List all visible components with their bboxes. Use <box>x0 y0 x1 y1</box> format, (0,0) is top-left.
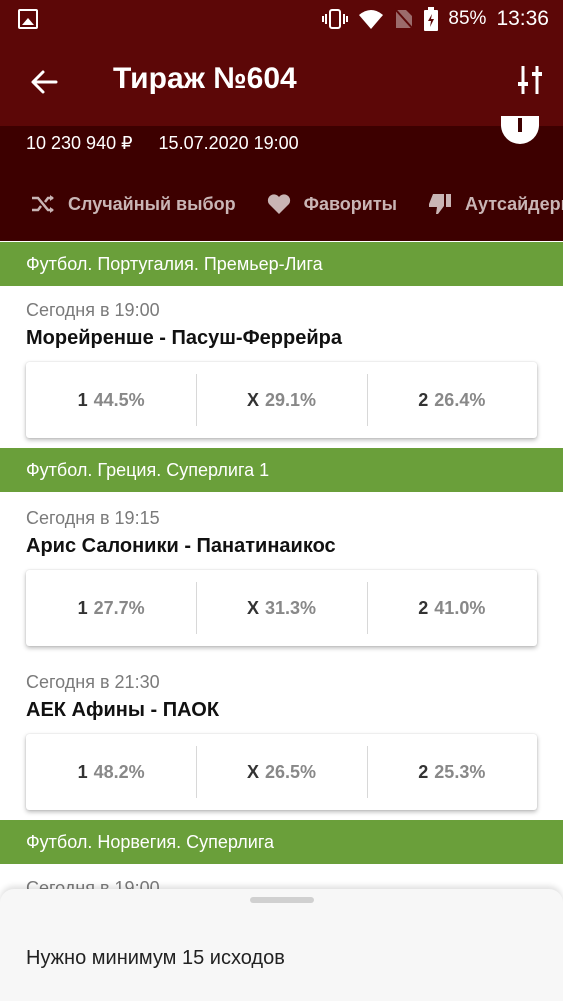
outcome-percent: 29.1% <box>264 389 317 410</box>
wifi-icon <box>359 10 384 29</box>
shuffle-icon <box>32 195 54 213</box>
heart-icon <box>267 194 290 214</box>
draw-info-bar: 10 230 940 ₽ 15.07.2020 19:00 Случайный … <box>0 116 563 241</box>
match-time: Сегодня в 21:30 <box>26 672 160 692</box>
drag-handle[interactable] <box>250 897 314 903</box>
status-bar: 85% 13:36 <box>0 0 563 38</box>
match-time: Сегодня в 19:00 <box>26 300 160 320</box>
vibrate-icon <box>322 9 349 29</box>
outcome-percent: 48.2% <box>93 761 145 782</box>
gallery-notification-icon <box>18 9 38 29</box>
filter-settings-icon[interactable] <box>517 64 545 96</box>
tab-random[interactable]: Случайный выбор <box>30 192 236 216</box>
odds-away-button[interactable]: 2 26.4% <box>366 362 537 438</box>
odds-home-button[interactable]: 1 48.2% <box>26 734 196 810</box>
outcome-label: X <box>246 389 259 410</box>
outcome-label: 2 <box>418 389 429 410</box>
league-header: Футбол. Греция. Суперлига 1 <box>0 448 563 492</box>
outcome-percent: 44.5% <box>93 389 145 410</box>
odds-row: 1 48.2% X 26.5% 2 25.3% <box>26 734 537 810</box>
odds-draw-button[interactable]: X 26.5% <box>196 734 366 810</box>
tab-random-label: Случайный выбор <box>68 193 236 214</box>
league-header: Футбол. Норвегия. Суперлига <box>0 820 563 864</box>
battery-percent: 85% <box>448 8 487 29</box>
outcome-label: 1 <box>77 389 88 410</box>
odds-home-button[interactable]: 1 44.5% <box>26 362 196 438</box>
league-header: Футбол. Португалия. Премьер-Лига <box>0 242 563 286</box>
thumb-down-icon <box>429 194 452 214</box>
draw-info: 10 230 940 ₽ 15.07.2020 19:00 <box>26 133 299 154</box>
quick-pick-tabs: Случайный выбор Фавориты Аутсайдеры <box>0 182 563 226</box>
minimum-outcomes-message: Нужно минимум 15 исходов <box>26 947 285 969</box>
match-name: Арис Салоники - Панатинаикос <box>26 535 336 557</box>
match-name: Морейренше - Пасуш-Феррейра <box>26 327 342 349</box>
odds-row: 1 44.5% X 29.1% 2 26.4% <box>26 362 537 438</box>
bottom-sheet: Нужно минимум 15 исходов <box>0 889 563 1001</box>
back-arrow-icon[interactable] <box>26 64 62 100</box>
tab-outsiders[interactable]: Аутсайдеры <box>427 192 563 216</box>
outcome-label: 2 <box>418 597 429 618</box>
draw-datetime: 15.07.2020 19:00 <box>158 133 299 153</box>
tab-favorites-label: Фавориты <box>303 193 398 214</box>
outcome-percent: 41.0% <box>434 597 486 618</box>
odds-draw-button[interactable]: X 29.1% <box>196 362 366 438</box>
odds-home-button[interactable]: 1 27.7% <box>26 570 196 646</box>
outcome-percent: 27.7% <box>93 597 145 618</box>
outcome-label: 2 <box>418 761 429 782</box>
odds-draw-button[interactable]: X 31.3% <box>196 570 366 646</box>
outcome-percent: 31.3% <box>264 597 317 618</box>
battery-icon <box>424 7 439 31</box>
outcome-percent: 26.5% <box>264 761 317 782</box>
jackpot-amount: 10 230 940 ₽ <box>26 133 133 153</box>
info-icon[interactable] <box>501 116 539 144</box>
match-name: АЕК Афины - ПАОК <box>26 699 220 721</box>
no-sim-icon <box>394 8 415 30</box>
outcome-label: X <box>246 597 259 618</box>
page-title: Тираж №604 <box>113 62 297 95</box>
status-icons: 85% 13:36 <box>322 0 549 38</box>
tab-favorites[interactable]: Фавориты <box>266 192 397 216</box>
outcome-percent: 25.3% <box>434 761 486 782</box>
outcome-label: X <box>246 761 259 782</box>
tab-outsiders-label: Аутсайдеры <box>465 193 563 214</box>
match-time: Сегодня в 19:15 <box>26 508 160 528</box>
odds-away-button[interactable]: 2 25.3% <box>366 734 537 810</box>
odds-row: 1 27.7% X 31.3% 2 41.0% <box>26 570 537 646</box>
odds-away-button[interactable]: 2 41.0% <box>366 570 537 646</box>
app-bar: Тираж №604 <box>0 38 563 126</box>
clock: 13:36 <box>496 7 549 30</box>
outcome-percent: 26.4% <box>434 389 486 410</box>
outcome-label: 1 <box>77 761 88 782</box>
outcome-label: 1 <box>77 597 88 618</box>
